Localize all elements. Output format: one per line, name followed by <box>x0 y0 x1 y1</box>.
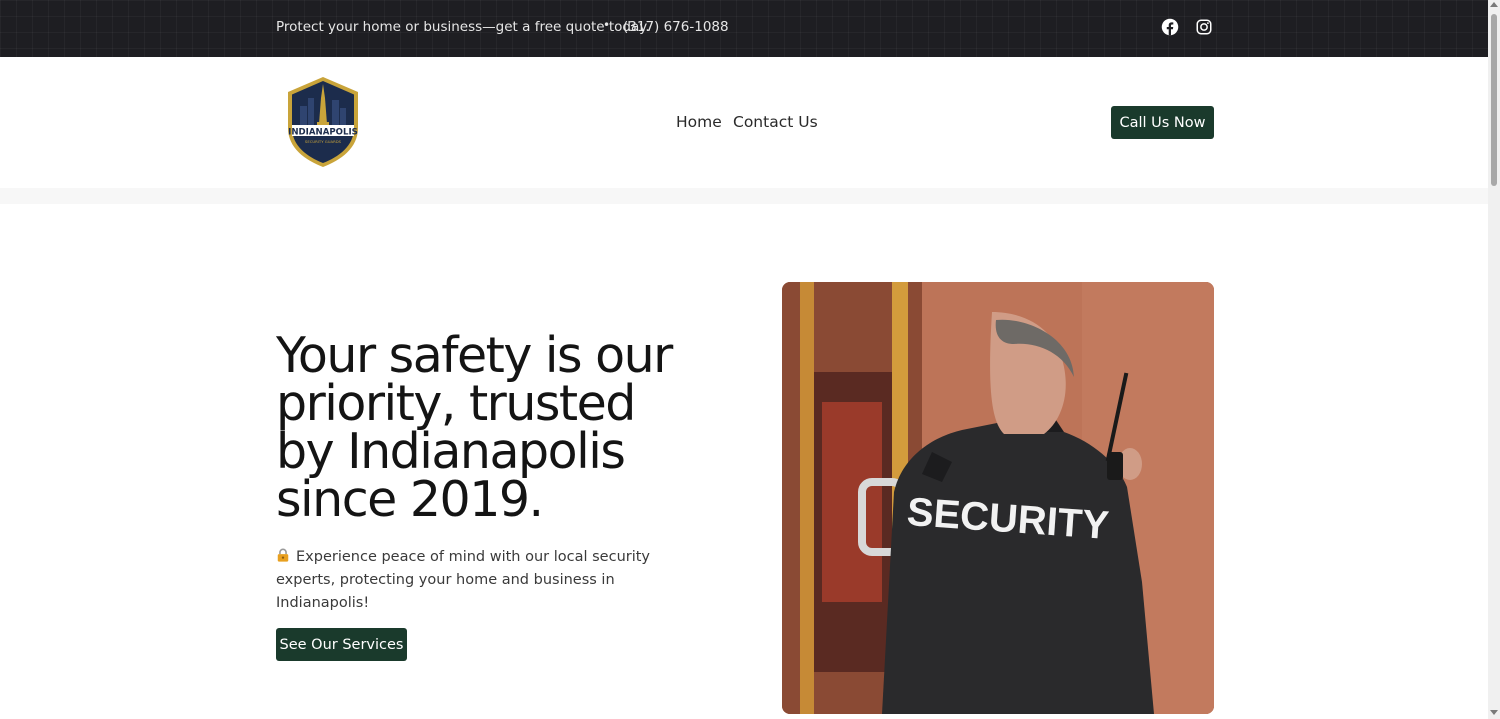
site-header: INDIANAPOLIS SECURITY GUARDS Home Contac… <box>0 57 1488 188</box>
lock-icon <box>277 548 289 562</box>
phone-number[interactable]: (317) 676-1088 <box>623 19 729 35</box>
nav-contact-us[interactable]: Contact Us <box>733 113 818 131</box>
hero-title: Your safety is our priority, trusted by … <box>276 327 673 528</box>
promo-text: Protect your home or business—get a free… <box>276 19 650 35</box>
top-bar: Protect your home or business—get a free… <box>0 0 1488 57</box>
hero-description: Experience peace of mind with our local … <box>276 546 676 615</box>
call-us-now-button[interactable]: Call Us Now <box>1111 106 1214 139</box>
separator-dot: • <box>603 18 611 32</box>
scroll-up-arrow-icon[interactable] <box>1490 2 1498 7</box>
header-divider <box>0 188 1488 204</box>
security-guard-image: SECURITY <box>782 282 1214 714</box>
logo-name: INDIANAPOLIS <box>288 128 358 138</box>
hero-photo-security-guard: SECURITY <box>782 282 1214 714</box>
facebook-icon[interactable] <box>1161 18 1179 36</box>
page-scrollbar[interactable] <box>1488 0 1500 719</box>
instagram-icon[interactable] <box>1195 18 1213 36</box>
scrollbar-thumb[interactable] <box>1491 14 1497 186</box>
company-logo[interactable]: INDIANAPOLIS SECURITY GUARDS <box>286 76 360 168</box>
nav-home[interactable]: Home <box>676 113 722 131</box>
scroll-down-arrow-icon[interactable] <box>1490 710 1498 715</box>
hero-description-text: Experience peace of mind with our local … <box>276 549 651 611</box>
logo-tagline: SECURITY GUARDS <box>305 139 342 144</box>
see-our-services-button[interactable]: See Our Services <box>276 628 407 661</box>
